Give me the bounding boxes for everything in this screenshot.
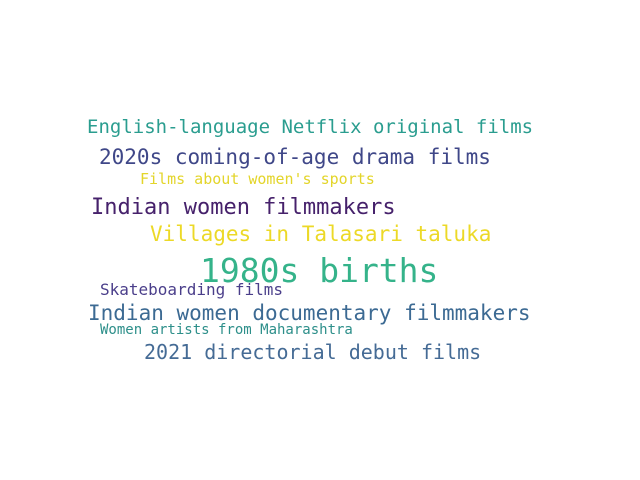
word-skateboarding-films: Skateboarding films — [100, 280, 284, 299]
word-indian-women-documentary-filmmakers: Indian women documentary filmmakers — [88, 301, 531, 325]
word-women-artists-from-maharashtra: Women artists from Maharashtra — [100, 322, 353, 338]
word-english-language-netflix-original-films: English-language Netflix original films — [87, 116, 534, 138]
word-2021-directorial-debut-films: 2021 directorial debut films — [144, 340, 482, 364]
word-villages-in-talasari-taluka: Villages in Talasari taluka — [150, 222, 492, 246]
word-cloud: English-language Netflix original films … — [0, 0, 640, 480]
word-indian-women-filmmakers: Indian women filmmakers — [91, 195, 396, 220]
word-films-about-womens-sports: Films about women's sports — [140, 170, 375, 188]
word-2020s-coming-of-age-drama-films: 2020s coming-of-age drama films — [99, 145, 491, 169]
